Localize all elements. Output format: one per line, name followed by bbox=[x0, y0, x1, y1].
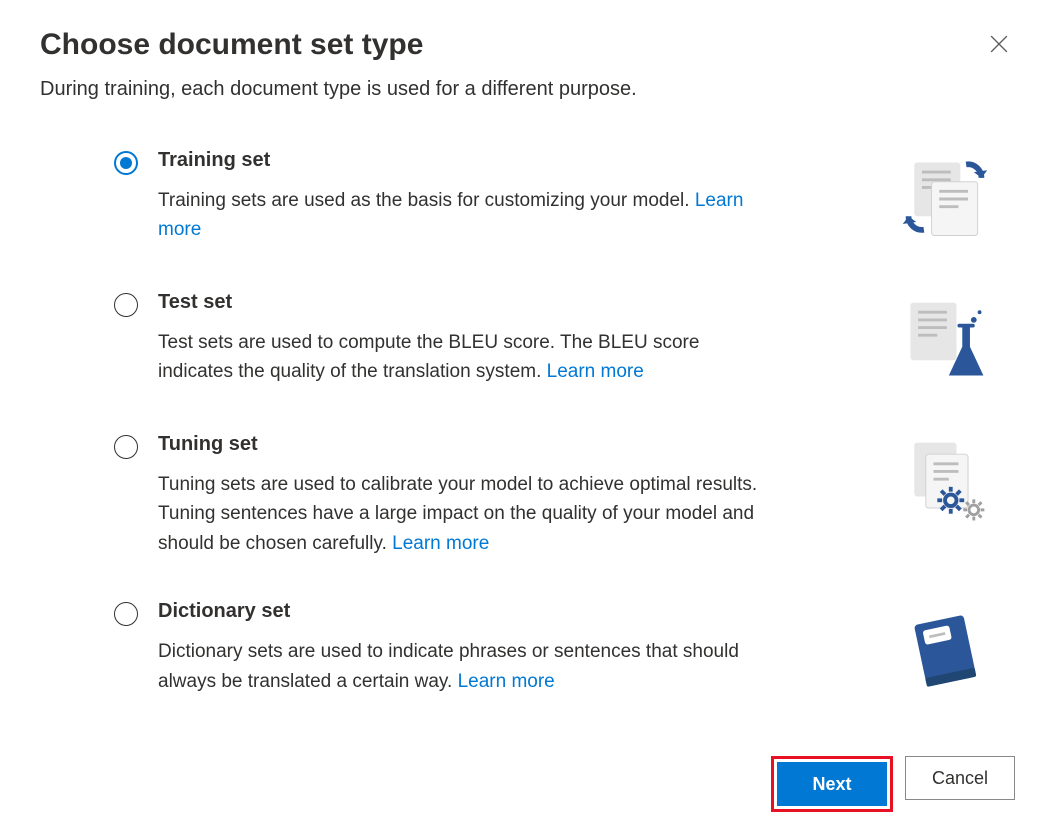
learn-more-test[interactable]: Learn more bbox=[547, 361, 644, 382]
option-text: Test set Test sets are used to compute t… bbox=[158, 291, 758, 387]
dialog-header: Choose document set type bbox=[40, 28, 1015, 78]
dialog-footer: Next Cancel bbox=[40, 732, 1015, 812]
training-icon bbox=[895, 149, 995, 249]
radio-training[interactable] bbox=[114, 151, 138, 175]
option-desc-training: Training sets are used as the basis for … bbox=[158, 186, 758, 245]
option-text: Dictionary set Dictionary sets are used … bbox=[158, 600, 758, 696]
option-training: Training set Training sets are used as t… bbox=[114, 149, 1015, 249]
option-text: Tuning set Tuning sets are used to calib… bbox=[158, 433, 758, 558]
close-button[interactable] bbox=[983, 28, 1015, 60]
close-icon bbox=[990, 35, 1008, 53]
test-icon bbox=[895, 291, 995, 391]
option-title-tuning: Tuning set bbox=[158, 433, 758, 456]
options-list: Training set Training sets are used as t… bbox=[40, 149, 1015, 700]
option-text: Training set Training sets are used as t… bbox=[158, 149, 758, 245]
radio-tuning[interactable] bbox=[114, 435, 138, 459]
next-button-highlight: Next bbox=[771, 756, 893, 812]
option-desc-tuning: Tuning sets are used to calibrate your m… bbox=[158, 470, 758, 558]
option-desc-text: Training sets are used as the basis for … bbox=[158, 190, 695, 211]
choose-document-set-dialog: Choose document set type During training… bbox=[0, 0, 1055, 840]
learn-more-dictionary[interactable]: Learn more bbox=[458, 671, 555, 692]
radio-dictionary[interactable] bbox=[114, 602, 138, 626]
next-button[interactable]: Next bbox=[777, 762, 887, 806]
option-title-dictionary: Dictionary set bbox=[158, 600, 758, 623]
dialog-title: Choose document set type bbox=[40, 28, 423, 62]
option-title-training: Training set bbox=[158, 149, 758, 172]
option-dictionary: Dictionary set Dictionary sets are used … bbox=[114, 600, 1015, 700]
option-test: Test set Test sets are used to compute t… bbox=[114, 291, 1015, 391]
cancel-button[interactable]: Cancel bbox=[905, 756, 1015, 800]
option-desc-dictionary: Dictionary sets are used to indicate phr… bbox=[158, 637, 758, 696]
dialog-subtitle: During training, each document type is u… bbox=[40, 78, 1015, 101]
option-desc-test: Test sets are used to compute the BLEU s… bbox=[158, 328, 758, 387]
option-desc-text: Dictionary sets are used to indicate phr… bbox=[158, 641, 739, 691]
option-tuning: Tuning set Tuning sets are used to calib… bbox=[114, 433, 1015, 558]
radio-test[interactable] bbox=[114, 293, 138, 317]
dictionary-icon bbox=[895, 600, 995, 700]
learn-more-tuning[interactable]: Learn more bbox=[392, 533, 489, 554]
tuning-icon bbox=[895, 433, 995, 533]
option-title-test: Test set bbox=[158, 291, 758, 314]
